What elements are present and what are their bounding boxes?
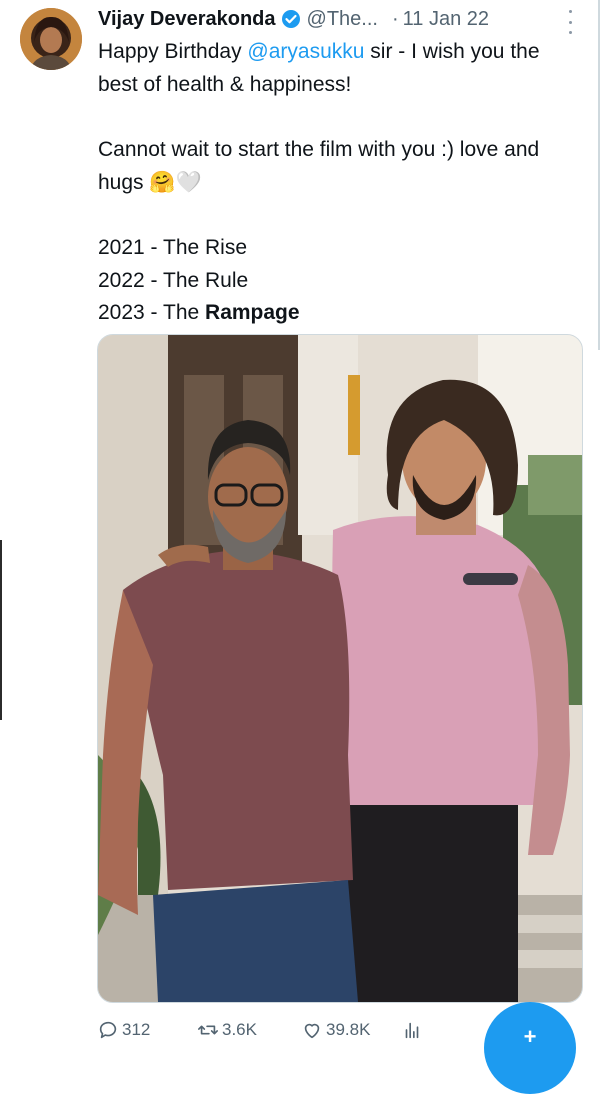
compose-button[interactable]: + [484, 1002, 576, 1094]
tweet-line-5: 2023 - The Rampage [98, 297, 578, 330]
reply-count: 312 [122, 1020, 151, 1039]
heart-icon [304, 1023, 320, 1039]
tweet-header: Vijay Deverakonda @The... · 11 Jan 22 [98, 4, 578, 34]
mention-link[interactable]: @aryasukku [247, 40, 364, 63]
views-button[interactable] [401, 1019, 426, 1041]
left-edge-divider [0, 540, 2, 720]
tweet-line-3: 2021 - The Rise [98, 236, 248, 259]
tweet-actions-bar: 312 3.6K 39.8K [97, 1014, 477, 1046]
tweet-text-segment: Happy Birthday [98, 40, 248, 63]
tweet-bold-text: Rampage [205, 301, 300, 324]
author-handle[interactable]: @The... [307, 8, 378, 31]
reply-button[interactable]: 312 [97, 1019, 150, 1041]
like-button[interactable]: 39.8K [301, 1019, 370, 1041]
tweet-photo[interactable] [97, 334, 583, 1003]
author-avatar[interactable] [20, 8, 82, 70]
tweet-line-1: Happy Birthday @aryasukku sir - I wish y… [98, 36, 578, 101]
more-options-icon[interactable] [562, 8, 578, 36]
header-separator: · [391, 7, 399, 30]
tweet-line-2: Cannot wait to start the film with you :… [98, 138, 540, 194]
author-name[interactable]: Vijay Deverakonda [98, 8, 276, 31]
like-count: 39.8K [326, 1020, 371, 1039]
reply-icon [99, 1021, 117, 1039]
tweet-line-4: 2022 - The Rule [98, 268, 249, 292]
tweet-body: Happy Birthday @aryasukku sir - I wish y… [98, 36, 578, 330]
tweet-text-segment: 2023 - The [98, 301, 206, 324]
compose-icon: + [523, 1024, 537, 1049]
tweet-date[interactable]: 11 Jan 22 [403, 8, 489, 31]
retweet-count: 3.6K [222, 1020, 257, 1039]
retweet-button[interactable]: 3.6K [197, 1019, 257, 1041]
analytics-icon [405, 1022, 419, 1039]
verified-badge-icon [281, 9, 301, 29]
retweet-icon [198, 1025, 218, 1035]
